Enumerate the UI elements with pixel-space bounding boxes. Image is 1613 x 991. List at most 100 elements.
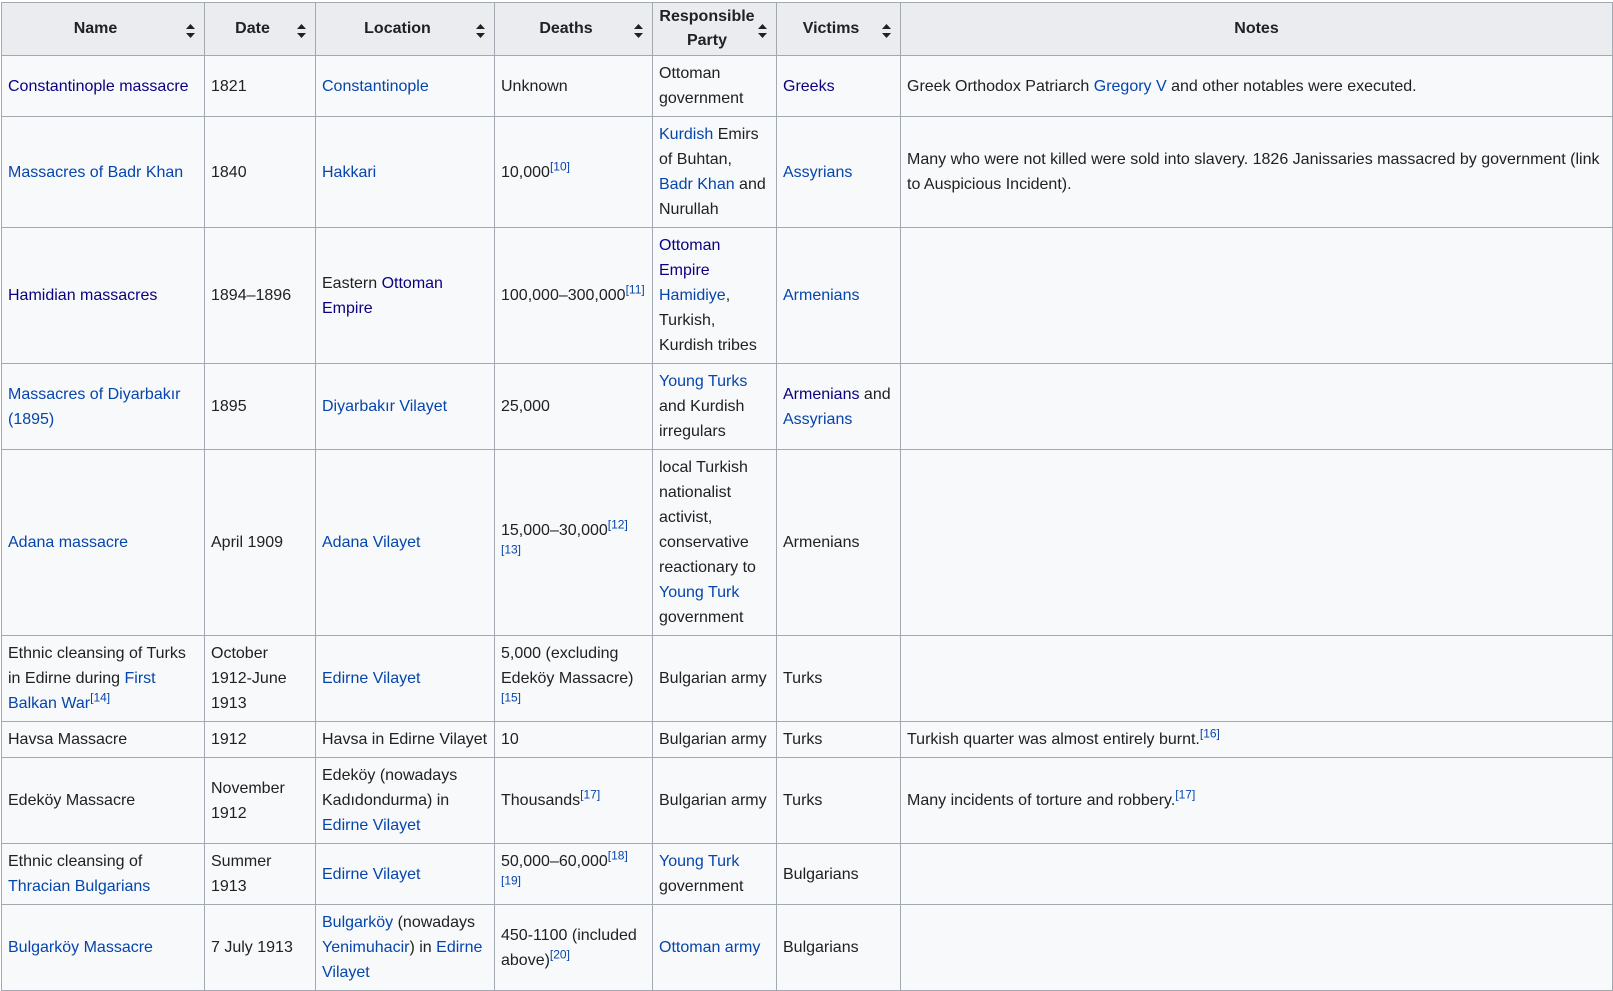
responsible-text: government	[659, 878, 744, 895]
location-link[interactable]: Constantinople	[322, 78, 429, 95]
sort-updown-icon[interactable]	[186, 22, 195, 38]
sort-updown-icon[interactable]	[882, 22, 891, 38]
victims-link[interactable]: Armenians	[783, 287, 859, 304]
cell-notes	[900, 227, 1613, 364]
table-row: Adana massacre April 1909 Adana Vilayet 15,…	[1, 449, 1613, 636]
location-link[interactable]: Edirne Vilayet	[322, 866, 420, 883]
name-link[interactable]: Bulgarköy Massacre	[8, 939, 153, 956]
name-link[interactable]: Constantinople massacre	[8, 78, 189, 95]
victims-link[interactable]: Greeks	[783, 78, 835, 95]
cell-notes	[900, 904, 1613, 991]
responsible-link[interactable]: Hamidiye	[659, 287, 726, 304]
column-header-deaths[interactable]: Deaths	[494, 2, 653, 56]
column-header-date[interactable]: Date	[204, 2, 316, 56]
sort-updown-icon[interactable]	[634, 22, 643, 38]
location-link[interactable]: Bulgarköy	[322, 914, 393, 931]
responsible-link[interactable]: Kurdish	[659, 126, 713, 143]
column-header-label: Date	[235, 20, 270, 37]
cell-name: Constantinople massacre	[1, 55, 205, 117]
location-link[interactable]: Yenimuhacir	[322, 939, 409, 956]
cell-location: Havsa in Edirne Vilayet	[315, 721, 495, 758]
cell-date: 1894–1896	[204, 227, 316, 364]
sort-updown-icon[interactable]	[297, 22, 306, 38]
citation-link[interactable]: [18]	[608, 849, 628, 863]
name-link[interactable]: Massacres of Diyarbakır (1895)	[8, 386, 181, 428]
sort-updown-icon[interactable]	[758, 22, 767, 38]
table-row: Bulgarköy Massacre 7 July 1913 Bulgarköy (…	[1, 904, 1613, 991]
cell-victims: Armenians	[776, 227, 901, 364]
cell-date: 1895	[204, 363, 316, 450]
citation-link[interactable]: [15]	[501, 691, 521, 705]
cell-notes: Many incidents of torture and robbery.[1…	[900, 757, 1613, 844]
deaths-text: 10,000	[501, 163, 550, 181]
massacres-table: Name Date Location Deaths Responsible Party V…	[1, 2, 1613, 991]
notes-text: Turkish quarter was almost entirely burn…	[907, 731, 1200, 748]
cell-responsible: Ottoman government	[652, 55, 777, 117]
responsible-text: Bulgarian army	[659, 731, 767, 748]
cell-name: Ethnic cleansing of Thracian Bulgarians	[1, 843, 205, 905]
cell-deaths: 50,000–60,000[18] [19]	[494, 843, 653, 905]
deaths-text: 25,000	[501, 398, 550, 415]
cell-notes: Greek Orthodox Patriarch Gregory V and o…	[900, 55, 1613, 117]
citation-ref: [18]	[608, 849, 628, 863]
responsible-text: Bulgarian army	[659, 670, 767, 687]
name-link[interactable]: Massacres of Badr Khan	[8, 164, 183, 181]
citation-ref: [17]	[580, 788, 600, 802]
column-header-location[interactable]: Location	[315, 2, 495, 56]
victims-link[interactable]: Assyrians	[783, 164, 852, 181]
name-text: Ethnic cleansing of	[8, 853, 143, 870]
responsible-link[interactable]: Young Turks	[659, 373, 747, 390]
name-link[interactable]: Hamidian massacres	[8, 287, 157, 304]
notes-text: Many who were not killed were sold into …	[907, 151, 1600, 193]
victims-link[interactable]: Armenians	[783, 386, 859, 403]
column-header-label: Name	[73, 20, 118, 37]
cell-victims: Bulgarians	[776, 904, 901, 991]
citation-link[interactable]: [10]	[550, 159, 570, 173]
responsible-text: and Kurdish irregulars	[659, 398, 745, 440]
sort-updown-icon[interactable]	[476, 22, 485, 38]
responsible-link[interactable]: Badr Khan	[659, 176, 735, 193]
location-link[interactable]: Hakkari	[322, 164, 376, 181]
location-link[interactable]: Edirne Vilayet	[322, 670, 420, 687]
column-header-name[interactable]: Name	[1, 2, 205, 56]
responsible-link[interactable]: Ottoman army	[659, 939, 760, 956]
citation-ref: [16]	[1200, 727, 1220, 741]
victims-text: Turks	[783, 792, 823, 809]
cell-name: Havsa Massacre	[1, 721, 205, 758]
citation-link[interactable]: [14]	[90, 691, 110, 705]
cell-deaths: 10	[494, 721, 653, 758]
column-header-label: Notes	[1234, 20, 1279, 37]
citation-link[interactable]: [12]	[608, 517, 628, 531]
column-header-responsible[interactable]: Responsible Party	[652, 2, 777, 56]
citation-ref: [15]	[501, 691, 521, 705]
victims-text: Bulgarians	[783, 939, 859, 956]
citation-link[interactable]: [16]	[1200, 727, 1220, 741]
responsible-link[interactable]: Young Turk	[659, 584, 739, 601]
citation-link[interactable]: [13]	[501, 542, 521, 556]
responsible-link[interactable]: Young Turk	[659, 853, 739, 870]
location-link[interactable]: Edirne Vilayet	[322, 817, 420, 834]
citation-link[interactable]: [17]	[1175, 788, 1195, 802]
cell-date: October 1912-June 1913	[204, 635, 316, 722]
citation-link[interactable]: [19]	[501, 874, 521, 888]
column-header-victims[interactable]: Victims	[776, 2, 901, 56]
citation-link[interactable]: [11]	[626, 283, 645, 297]
victims-link[interactable]: Assyrians	[783, 411, 852, 428]
date-text: 7 July 1913	[211, 939, 293, 956]
citation-link[interactable]: [17]	[580, 788, 600, 802]
name-link[interactable]: Adana massacre	[8, 534, 128, 551]
table-row: Massacres of Diyarbakır (1895) 1895 Diyarb…	[1, 363, 1613, 450]
name-link[interactable]: Thracian Bulgarians	[8, 878, 150, 895]
date-text: 1912	[211, 731, 247, 748]
deaths-text: 100,000–300,000	[501, 287, 626, 304]
location-link[interactable]: Adana Vilayet	[322, 534, 420, 551]
citation-link[interactable]: [20]	[550, 947, 570, 961]
deaths-text: 10	[501, 731, 519, 748]
citation-ref: [19]	[501, 874, 521, 888]
cell-date: November 1912	[204, 757, 316, 844]
responsible-link[interactable]: Ottoman Empire	[659, 237, 720, 279]
cell-deaths: 100,000–300,000[11]	[494, 227, 653, 364]
location-link[interactable]: Diyarbakır Vilayet	[322, 398, 447, 415]
notes-link[interactable]: Gregory V	[1094, 78, 1167, 95]
cell-victims: Armenians	[776, 449, 901, 636]
